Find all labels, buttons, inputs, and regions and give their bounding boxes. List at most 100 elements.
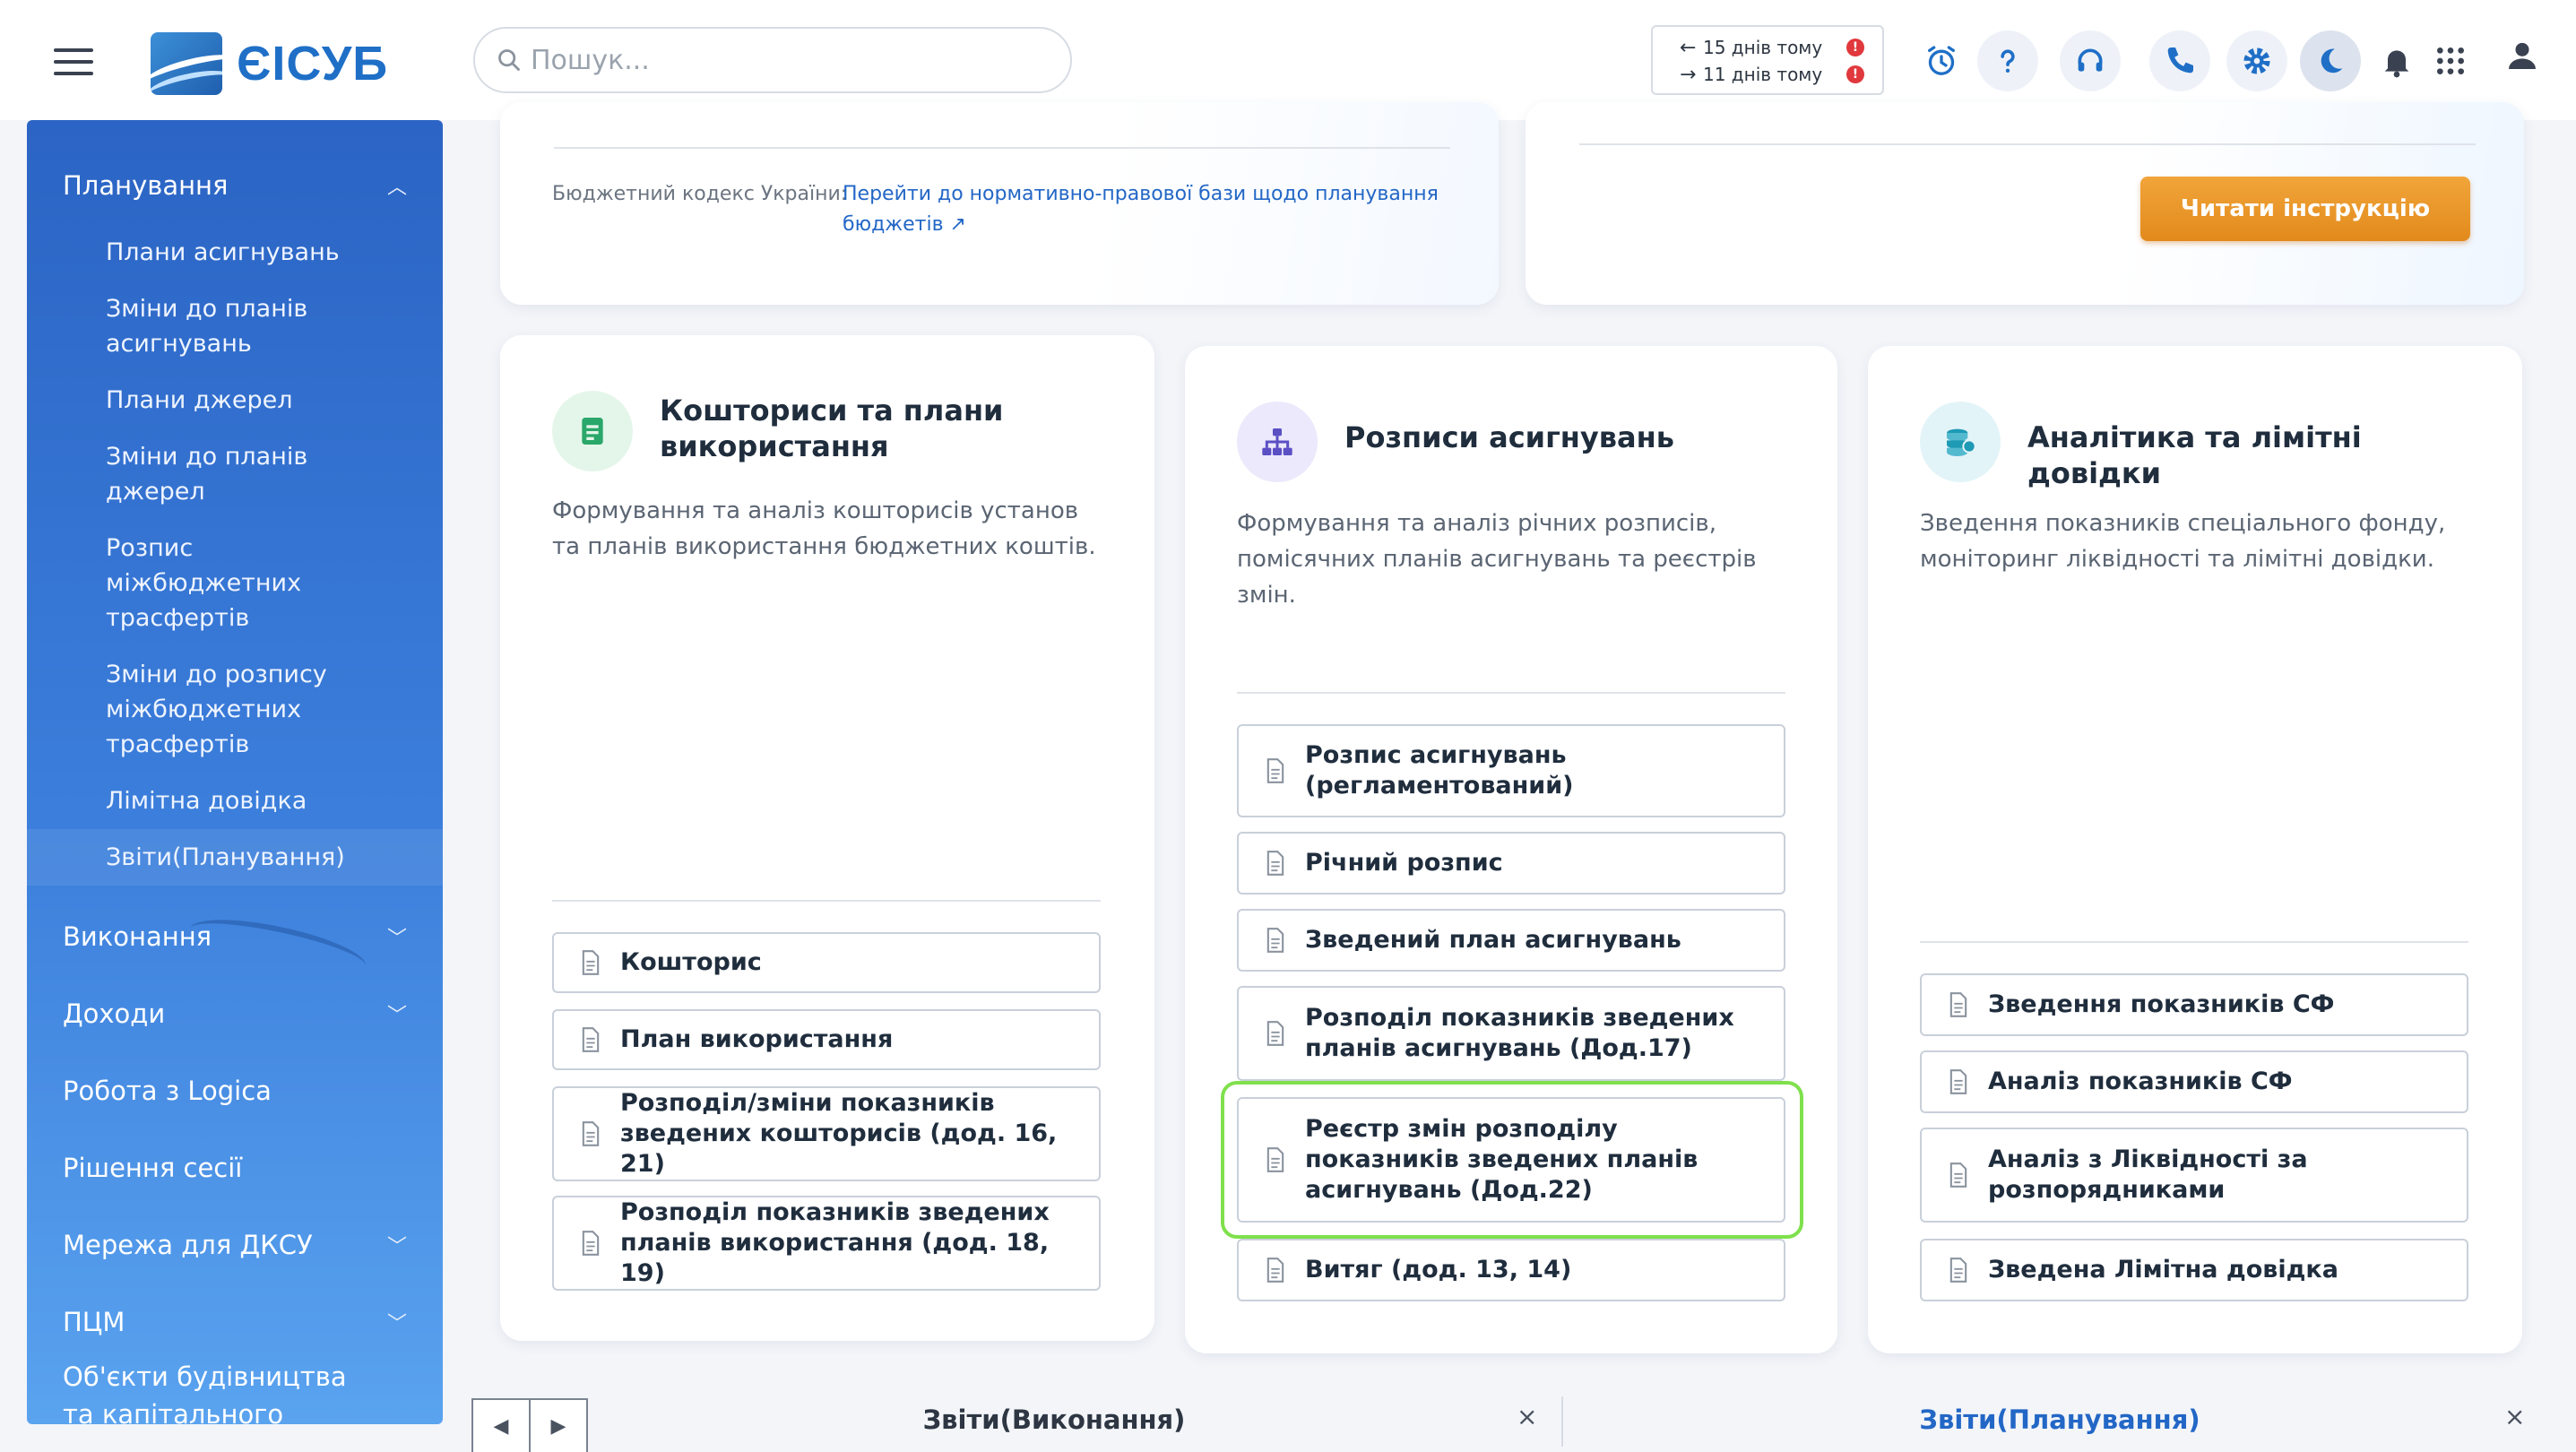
sidebar-item-logica[interactable]: Робота з Logica: [27, 1052, 443, 1129]
search-icon: [498, 49, 520, 71]
sidebar-subitem[interactable]: Розпис міжбюджетних трасфертів: [27, 520, 443, 646]
alert-icon: !: [1846, 39, 1864, 56]
file-icon: [1949, 1162, 1967, 1188]
alarm-clock-icon[interactable]: [1911, 30, 1972, 91]
search-input[interactable]: [531, 44, 1033, 76]
tab-reports-planning[interactable]: Звіти(Планування): [1567, 1387, 2553, 1452]
divider: [1920, 941, 2468, 943]
tab-bar: ◀ ▶ Звіти(Виконання) × Звіти(Планування)…: [471, 1387, 2576, 1452]
arrow-right-icon: →: [1680, 63, 1697, 86]
sidebar-subitem[interactable]: Зміни до планів джерел: [27, 428, 443, 520]
search-box[interactable]: [473, 27, 1072, 93]
link-summary-plan[interactable]: Зведений план асигнувань: [1237, 909, 1785, 972]
sidebar-item-planning[interactable]: Планування ︿: [27, 147, 443, 224]
arrow-left-icon: ←: [1680, 36, 1697, 59]
card-title: Кошториси та плани використання: [660, 393, 1004, 463]
days-indicator[interactable]: ← 15 днів тому! → 11 днів тому!: [1651, 25, 1884, 95]
link-extract-13-14[interactable]: Витяг (дод. 13, 14): [1237, 1239, 1785, 1301]
link-label: Розподіл показників зведених планів вико…: [620, 1198, 1050, 1287]
link-sf-summary[interactable]: Зведення показників СФ: [1920, 973, 2468, 1036]
divider: [552, 900, 1101, 902]
sidebar-subitem[interactable]: Плани джерел: [27, 372, 443, 428]
document-icon: [552, 391, 633, 471]
close-icon[interactable]: ×: [2504, 1402, 2525, 1431]
link-label: Зведений план асигнувань: [1305, 926, 1681, 954]
headset-icon[interactable]: [2060, 30, 2121, 91]
budget-code-label: Бюджетний кодекс України:: [552, 183, 848, 205]
link-label: Розподіл показників зведених планів асиг…: [1305, 1004, 1734, 1062]
tab-scroll-right-icon[interactable]: ▶: [529, 1398, 588, 1452]
link-limit-summary[interactable]: Зведена Лімітна довідка: [1920, 1239, 2468, 1301]
read-instructions-button[interactable]: Читати інструкцію: [2140, 177, 2470, 241]
card-description: Формування та аналіз річних розписів, по…: [1237, 510, 1757, 609]
coins-icon: [1920, 402, 2001, 482]
phone-icon[interactable]: [2149, 30, 2210, 91]
tab-reports-execution[interactable]: Звіти(Виконання): [597, 1387, 1511, 1452]
sidebar-item-label: Мережа для ДКСУ: [63, 1230, 313, 1260]
file-icon: [582, 1121, 600, 1146]
sidebar-subitem-active[interactable]: Звіти(Планування): [27, 829, 443, 886]
sidebar-item-dksu-network[interactable]: Мережа для ДКСУ ﹀: [27, 1206, 443, 1283]
chevron-down-icon: ﹀: [386, 1005, 407, 1027]
link-label: Кошторис: [620, 948, 762, 976]
card-description: Формування та аналіз кошторисів установ …: [552, 497, 1096, 560]
divider: [1579, 143, 2476, 145]
sidebar-subitem[interactable]: Зміни до розпису міжбюджетних трасфертів: [27, 646, 443, 773]
link-summary-estimates[interactable]: Розподіл/зміни показників зведених кошто…: [552, 1086, 1101, 1181]
link-label: Зведена Лімітна довідка: [1988, 1256, 2338, 1283]
card-analytics: Аналітика та лімітні довідки Зведення по…: [1868, 346, 2522, 1353]
sidebar-item-execution[interactable]: Виконання ﹀: [27, 898, 443, 975]
link-distribution-17[interactable]: Розподіл показників зведених планів асиг…: [1237, 986, 1785, 1081]
sidebar-item-pcm[interactable]: ПЦМ ﹀: [27, 1283, 443, 1361]
link-label: Зведення показників СФ: [1988, 990, 2335, 1018]
sidebar-item-label: Виконання: [63, 921, 212, 952]
chevron-down-icon: ﹀: [386, 1313, 407, 1335]
grid-icon[interactable]: [2420, 30, 2481, 91]
sidebar-item-session-decisions[interactable]: Рішення сесії: [27, 1129, 443, 1206]
user-icon[interactable]: [2492, 25, 2553, 86]
nav-group-planning: Планування ︿ Плани асигнувань Зміни до п…: [27, 147, 443, 898]
link-liquidity-analysis[interactable]: Аналіз з Ліквідності за розпорядниками: [1920, 1128, 2468, 1223]
alert-icon: !: [1846, 65, 1864, 83]
sidebar-item-label: Рішення сесії: [63, 1153, 243, 1183]
days-prev: 15 днів тому: [1703, 37, 1823, 58]
file-icon: [1949, 1258, 1967, 1283]
gear-icon[interactable]: [2226, 30, 2287, 91]
chevron-up-icon: ︿: [386, 177, 407, 199]
moon-icon[interactable]: [2300, 30, 2361, 91]
question-icon[interactable]: [1977, 30, 2038, 91]
highlight-frame: [1221, 1081, 1803, 1239]
link-label: Річний розпис: [1305, 849, 1503, 877]
divider: [554, 147, 1450, 149]
sidebar-subitem[interactable]: Плани асигнувань: [27, 224, 443, 281]
link-summary-usage-plans[interactable]: Розподіл показників зведених планів вико…: [552, 1196, 1101, 1291]
file-icon: [1949, 992, 1967, 1017]
logo-text: ЄІСУБ: [237, 37, 389, 91]
app-logo[interactable]: ЄІСУБ: [151, 32, 388, 95]
file-icon: [1266, 851, 1284, 876]
budget-code-link[interactable]: Перейти до нормативно-правової бази щодо…: [843, 179, 1452, 240]
card-title: Аналітика та лімітні довідки: [2027, 420, 2362, 490]
link-regulated-schedule[interactable]: Розпис асигнувань (регламентований): [1237, 724, 1785, 817]
link-annual-schedule[interactable]: Річний розпис: [1237, 832, 1785, 895]
close-icon[interactable]: ×: [1517, 1402, 1537, 1431]
days-next: 11 днів тому: [1703, 64, 1823, 85]
file-icon: [582, 1027, 600, 1052]
tab-scroll-left-icon[interactable]: ◀: [471, 1398, 531, 1452]
link-usage-plan[interactable]: План використання: [552, 1009, 1101, 1070]
tab-label: Звіти(Виконання): [922, 1404, 1186, 1435]
hamburger-icon[interactable]: [54, 48, 93, 75]
sidebar-subitem[interactable]: Зміни до планів асигнувань: [27, 281, 443, 372]
link-sf-analysis[interactable]: Аналіз показників СФ: [1920, 1050, 2468, 1113]
link-estimate[interactable]: Кошторис: [552, 932, 1101, 993]
sidebar-item-label: Планування: [63, 170, 229, 201]
link-label: Розпис асигнувань (регламентований): [1305, 741, 1574, 799]
sidebar-item-revenues[interactable]: Доходи ﹀: [27, 975, 443, 1052]
card-estimates: Кошториси та плани використання Формуван…: [500, 335, 1154, 1341]
bell-icon[interactable]: [2366, 30, 2427, 91]
file-icon: [1949, 1069, 1967, 1094]
sidebar-item-construction[interactable]: Об'єкти будівництва та капітального ремо…: [27, 1361, 443, 1424]
file-icon: [1266, 928, 1284, 953]
sidebar-item-label: ПЦМ: [63, 1307, 125, 1337]
sidebar-subitem[interactable]: Лімітна довідка: [27, 773, 443, 829]
